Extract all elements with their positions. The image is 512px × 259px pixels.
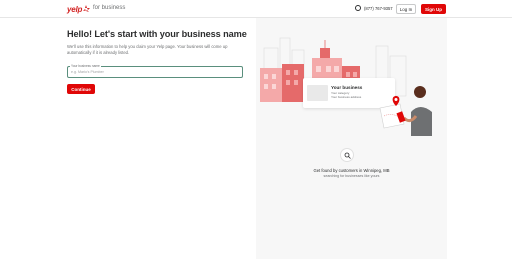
business-name-field[interactable]: Your business name e.g. Mario's Plumber xyxy=(67,64,243,78)
signup-button[interactable]: Sign Up xyxy=(421,4,446,14)
card-address: Your business address xyxy=(331,95,362,99)
page-title: Hello! Let's start with your business na… xyxy=(67,29,247,39)
login-button[interactable]: Log In xyxy=(396,4,416,14)
yelp-burst-icon xyxy=(83,5,91,12)
found-subtitle: searching for businesses like yours xyxy=(323,174,380,178)
yelp-logo[interactable]: yelp xyxy=(67,4,91,14)
illustration-panel: Your business Your category Your busines… xyxy=(256,18,447,259)
business-name-form: Hello! Let's start with your business na… xyxy=(67,29,257,94)
continue-button[interactable]: Continue xyxy=(67,84,95,94)
business-name-input[interactable]: e.g. Mario's Plumber xyxy=(71,70,104,74)
for-business-label: for business xyxy=(93,5,126,11)
logo-wordmark: yelp xyxy=(67,4,83,14)
phone-icon xyxy=(355,5,361,11)
top-header: yelp for business (877) 767-9357 Log In … xyxy=(0,0,512,18)
phone-contact[interactable]: (877) 767-9357 xyxy=(355,5,393,11)
storefront-icon xyxy=(307,85,328,101)
found-title: Get found by customers in Winnipeg, MB xyxy=(313,168,390,173)
building xyxy=(260,68,282,102)
card-title: Your business xyxy=(331,85,363,90)
search-button[interactable] xyxy=(340,148,354,162)
search-icon xyxy=(344,152,351,159)
building xyxy=(282,64,304,102)
phone-number: (877) 767-9357 xyxy=(364,5,393,11)
business-name-label: Your business name xyxy=(70,64,101,68)
form-description: We'll use this information to help you c… xyxy=(67,44,228,55)
person-illustration xyxy=(379,86,432,136)
